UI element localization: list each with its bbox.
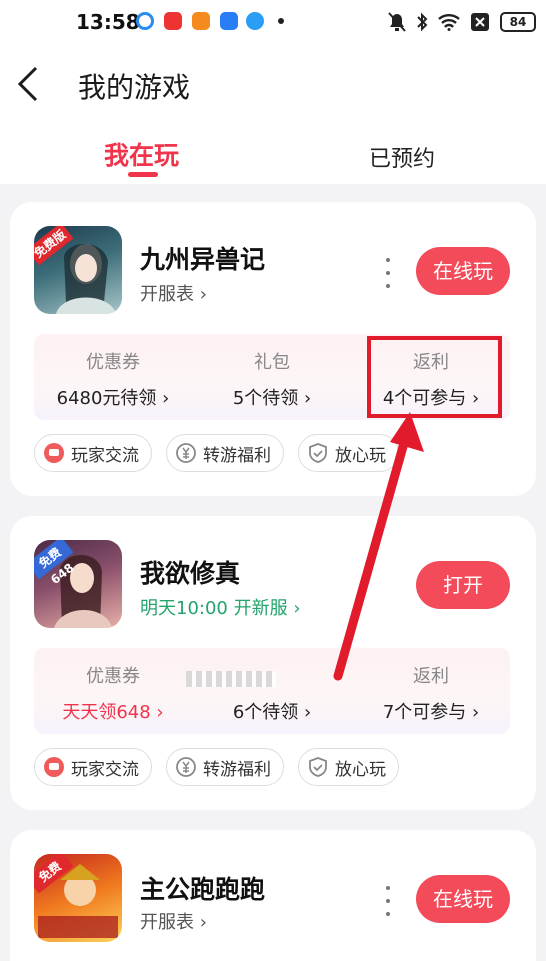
tag-label: 玩家交流 (71, 759, 139, 780)
chat-icon (44, 757, 64, 777)
tag-label: 转游福利 (203, 445, 271, 466)
game-icon[interactable]: 免费版 (34, 226, 122, 314)
benefit-gift[interactable]: 礼包 5个待领 › (193, 334, 351, 420)
benefit-title: 返利 (413, 666, 449, 687)
open-button[interactable]: 打开 (416, 561, 510, 609)
game-card: 免费 主公跑跑跑 开服表 › 在线玩 (10, 830, 536, 961)
play-online-button[interactable]: 在线玩 (416, 875, 510, 923)
more-options-icon[interactable] (384, 258, 392, 288)
benefit-title: 优惠券 (86, 352, 140, 373)
benefit-title: 礼包 (254, 352, 290, 373)
more-options-icon[interactable] (384, 886, 392, 916)
benefit-gift[interactable]: 礼包 6个待领 › (193, 648, 351, 734)
game-card: 免费648 我欲修真 明天10:00 开新服 › 打开 优惠券 天天领648 ›… (10, 516, 536, 810)
status-bar: 13:58 84 (0, 0, 546, 44)
benefit-value: 天天领648 › (62, 702, 164, 723)
wifi-icon (438, 14, 460, 31)
chevron-left-icon (17, 66, 38, 102)
play-online-button[interactable]: 在线玩 (416, 247, 510, 295)
server-schedule-link[interactable]: 开服表 › (140, 908, 207, 934)
tag-row: 玩家交流 转游福利 放心玩 (34, 748, 399, 786)
battery-icon: 84 (500, 12, 536, 32)
tag-label: 转游福利 (203, 759, 271, 780)
more-notifications-icon (278, 18, 284, 24)
shield-check-icon (309, 757, 327, 777)
benefit-value: 6个待领 › (232, 702, 312, 723)
game-icon[interactable]: 免费648 (34, 540, 122, 628)
benefit-coupon[interactable]: 优惠券 6480元待领 › (34, 334, 192, 420)
app-notification-icon (164, 12, 182, 30)
tag-player-chat[interactable]: 玩家交流 (34, 748, 152, 786)
app-notification-icon (136, 12, 154, 30)
tag-row: 玩家交流 转游福利 放心玩 (34, 434, 399, 472)
game-name[interactable]: 我欲修真 (140, 554, 240, 590)
benefit-value: 7个可参与 › (382, 702, 480, 723)
yen-coin-icon (176, 443, 196, 463)
game-icon[interactable]: 免费 (34, 854, 122, 942)
app-notification-icon (220, 12, 238, 30)
mute-icon (388, 12, 406, 32)
back-button[interactable] (12, 62, 44, 106)
game-name[interactable]: 九州异兽记 (140, 240, 265, 276)
tag-label: 玩家交流 (71, 445, 139, 466)
app-notification-icon (192, 12, 210, 30)
annotation-highlight-box (367, 336, 502, 418)
tag-label: 放心玩 (335, 759, 386, 780)
tab-playing[interactable]: 我在玩 (104, 136, 179, 172)
chat-icon (44, 443, 64, 463)
server-schedule-link[interactable]: 开服表 › (140, 280, 207, 306)
app-notification-icon (246, 12, 264, 30)
blurred-region (186, 671, 276, 687)
benefit-title: 优惠券 (86, 666, 140, 687)
game-name[interactable]: 主公跑跑跑 (140, 870, 265, 906)
benefit-rebate[interactable]: 返利 7个可参与 › (352, 648, 510, 734)
header: 我的游戏 我在玩 已预约 (0, 44, 546, 184)
tag-transfer-welfare[interactable]: 转游福利 (166, 434, 284, 472)
tag-safe-play[interactable]: 放心玩 (298, 434, 399, 472)
benefit-value: 6480元待领 › (56, 388, 170, 409)
tag-transfer-welfare[interactable]: 转游福利 (166, 748, 284, 786)
shield-check-icon (309, 443, 327, 463)
new-server-link[interactable]: 明天10:00 开新服 › (140, 594, 301, 620)
bluetooth-icon (417, 12, 428, 32)
tab-reserved[interactable]: 已预约 (369, 141, 435, 173)
status-time: 13:58 (76, 10, 140, 34)
page-title: 我的游戏 (78, 71, 191, 104)
benefit-value: 5个待领 › (232, 388, 312, 409)
tag-safe-play[interactable]: 放心玩 (298, 748, 399, 786)
tag-label: 放心玩 (335, 445, 386, 466)
tab-active-indicator (128, 172, 158, 177)
benefit-coupon[interactable]: 优惠券 天天领648 › (34, 648, 192, 734)
yen-coin-icon (176, 757, 196, 777)
sim-off-icon (471, 13, 489, 31)
status-icons: 84 (388, 10, 536, 34)
tag-player-chat[interactable]: 玩家交流 (34, 434, 152, 472)
benefit-panel: 优惠券 天天领648 › 礼包 6个待领 › 返利 7个可参与 › (34, 648, 510, 734)
